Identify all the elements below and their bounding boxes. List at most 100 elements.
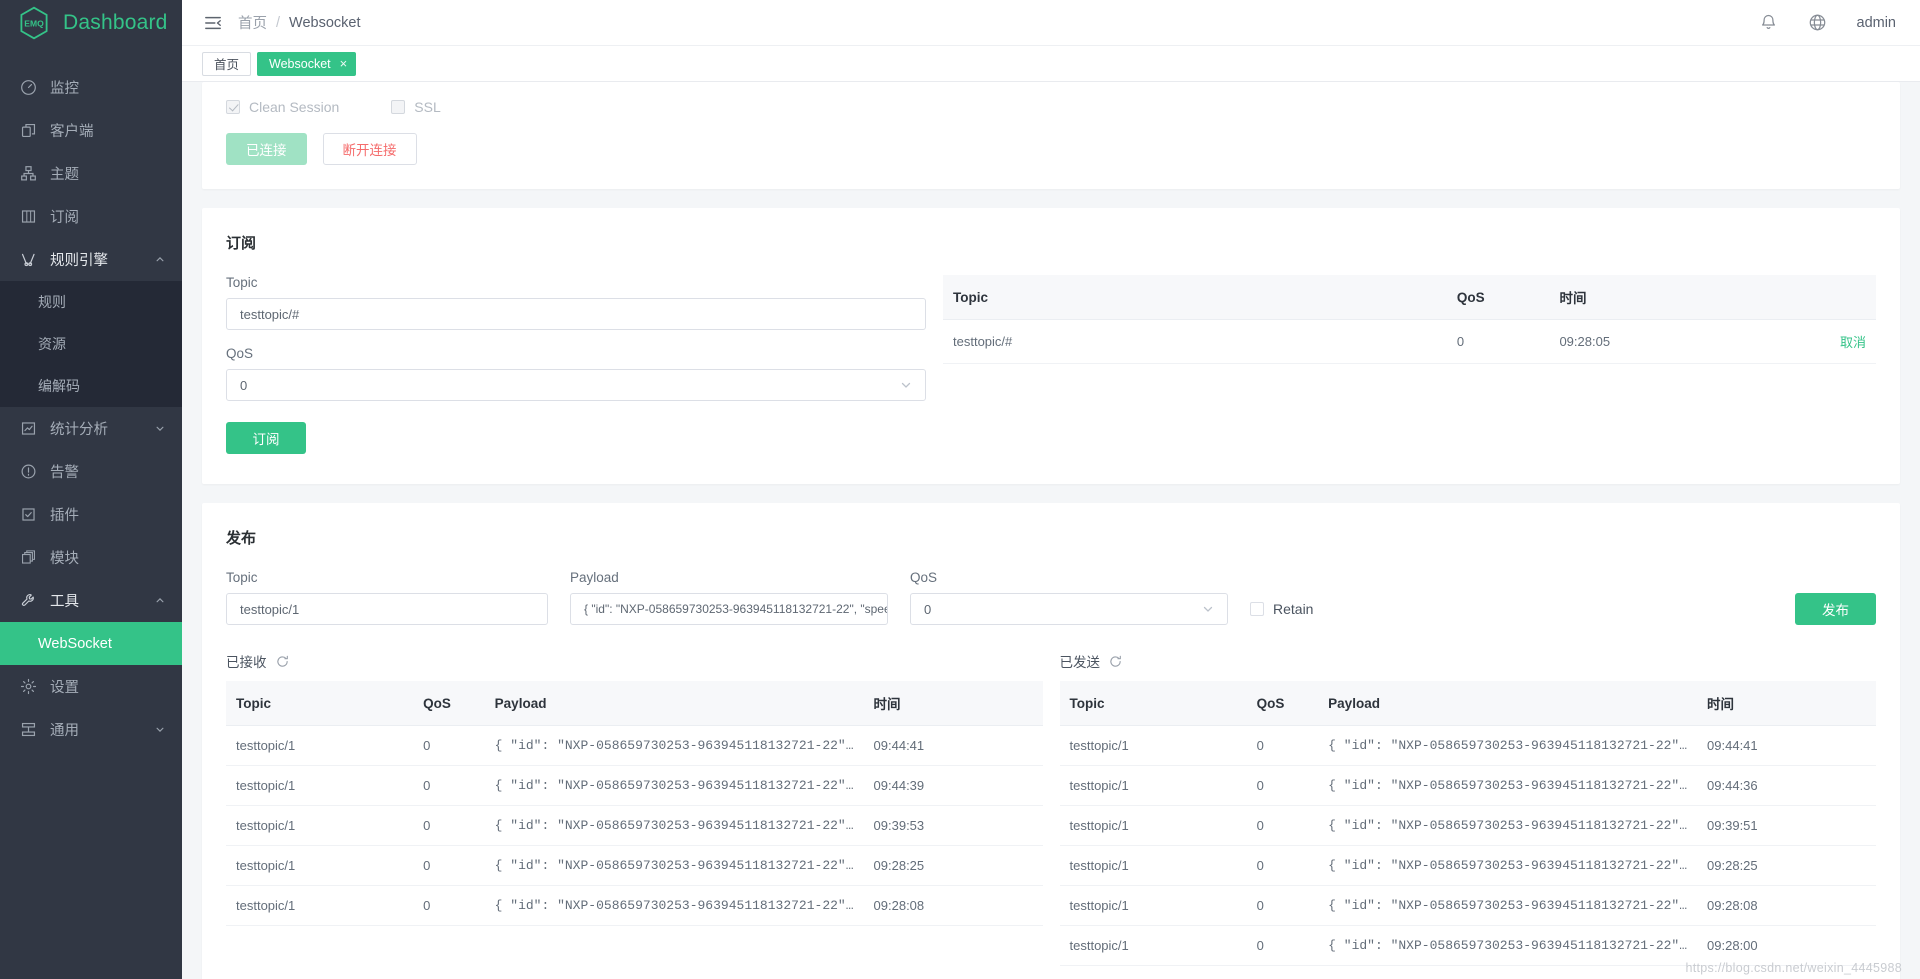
publish-payload-label: Payload [570,570,619,585]
sidebar-item-label: 通用 [50,723,79,739]
col-topic: Topic [943,275,1447,320]
subscribe-qos-select[interactable]: 0 [226,369,926,401]
publish-qos-value: 0 [924,601,932,617]
clients-icon [19,122,37,140]
publish-topic-input[interactable]: testtopic/1 [226,593,548,625]
connected-button[interactable]: 已连接 [226,133,307,165]
plugins-icon [19,506,37,524]
col-qos: QoS [1446,275,1550,320]
publish-qos-select[interactable]: 0 [910,593,1228,625]
brand[interactable]: EMQ Dashboard [0,0,182,46]
sidebar-item-clients[interactable]: 客户端 [0,109,182,152]
cell-topic: testtopic/1 [226,765,414,806]
received-table: Topic QoS Payload 时间 testtopic/1 0 { "id… [226,681,1043,926]
analytics-icon [19,420,37,438]
cell-qos: 0 [413,845,485,886]
table-row: testtopic/1 0 { "id": "NXP-058659730253-… [226,845,1043,886]
checkbox-box-icon [391,100,406,114]
page-content: Clean Session SSL 已连接 断开连接 订阅 Topic test… [182,82,1920,979]
cell-qos: 0 [413,885,485,926]
table-header-row: Topic QoS 时间 [943,275,1876,320]
sidebar-item-tools[interactable]: 工具 [0,579,182,622]
cell-topic: testtopic/1 [1059,765,1247,806]
sidebar-item-label: 监控 [50,81,79,97]
topbar: 首页 / Websocket admin [182,0,1920,46]
main-area: 首页 / Websocket admin 首页 Websocket × Clea… [182,0,1920,979]
cell-time: 09:39:51 [1697,805,1876,846]
tab-websocket[interactable]: Websocket × [257,51,357,76]
retain-checkbox[interactable]: Retain [1250,593,1313,625]
sidebar-item-alarm[interactable]: 告警 [0,450,182,493]
sidebar-item-resources[interactable]: 资源 [0,323,182,365]
sidebar-submenu-rule-engine: 规则 资源 编解码 [0,281,182,407]
cell-payload: { "id": "NXP-058659730253-96394511813272… [1318,765,1698,806]
cell-topic: testtopic/1 [1059,885,1247,926]
sidebar-item-topics[interactable]: 主题 [0,152,182,195]
bell-icon[interactable] [1759,13,1778,32]
modules-icon [19,549,37,567]
chevron-down-icon [155,424,165,434]
cell-topic: testtopic/1 [226,885,414,926]
retain-label: Retain [1273,601,1314,617]
received-rows: testtopic/1 0 { "id": "NXP-058659730253-… [226,725,1043,926]
col-qos: QoS [1246,681,1319,726]
sidebar-item-websocket[interactable]: WebSocket [0,622,182,665]
table-row: testtopic/1 0 { "id": "NXP-058659730253-… [226,805,1043,846]
sidebar-item-codec[interactable]: 编解码 [0,365,182,407]
cell-time: 09:44:41 [1697,725,1876,766]
subscribe-form: Topic testtopic/# QoS 0 订阅 [226,275,926,454]
sidebar-item-label: WebSocket [38,635,112,652]
col-topic: Topic [1059,681,1247,726]
sidebar-item-monitor[interactable]: 监控 [0,66,182,109]
sidebar-item-subscriptions[interactable]: 订阅 [0,195,182,238]
cell-time: 09:28:08 [863,885,1043,926]
refresh-icon[interactable] [1109,655,1122,668]
sidebar-item-settings[interactable]: 设置 [0,665,182,708]
sidebar-item-general[interactable]: 通用 [0,708,182,751]
clean-session-checkbox[interactable]: Clean Session [226,99,339,115]
close-icon[interactable]: × [340,57,348,70]
alarm-icon [19,463,37,481]
sidebar-item-analytics[interactable]: 统计分析 [0,407,182,450]
table-row: testtopic/1 0 { "id": "NXP-058659730253-… [1059,725,1876,766]
refresh-icon[interactable] [276,655,289,668]
sidebar-item-modules[interactable]: 模块 [0,536,182,579]
cell-payload: { "id": "NXP-058659730253-96394511813272… [1318,805,1698,846]
sidebar-item-plugins[interactable]: 插件 [0,493,182,536]
subscribe-topic-input[interactable]: testtopic/# [226,298,926,330]
publish-form: Topic testtopic/1 Payload { "id": "NXP-0… [226,570,1876,625]
cell-qos: 0 [413,805,485,846]
sidebar-item-label: 资源 [38,336,66,352]
publish-payload-input[interactable]: { "id": "NXP-058659730253-96394511813272… [570,593,888,625]
col-time: 时间 [863,681,1043,726]
connection-buttons: 已连接 断开连接 [226,133,1876,165]
cell-time: 09:28:25 [1697,845,1876,886]
subscribe-button[interactable]: 订阅 [226,422,306,454]
table-row: testtopic/1 0 { "id": "NXP-058659730253-… [1059,885,1876,926]
menu-collapse-icon[interactable] [204,14,222,32]
globe-icon[interactable] [1808,13,1827,32]
ssl-checkbox[interactable]: SSL [391,99,441,115]
sidebar-item-rules[interactable]: 规则 [0,281,182,323]
cell-topic: testtopic/1 [1059,725,1247,766]
sidebar-item-label: 客户端 [50,124,94,140]
cell-qos: 0 [1246,925,1319,966]
chevron-down-icon [155,725,165,735]
cell-payload: { "id": "NXP-058659730253-96394511813272… [484,805,864,846]
cell-qos: 0 [1246,765,1319,806]
sidebar-item-label: 订阅 [50,210,79,226]
table-row: testtopic/1 0 { "id": "NXP-058659730253-… [226,885,1043,926]
cell-topic: testtopic/# [943,319,1447,364]
publish-button[interactable]: 发布 [1795,593,1876,625]
sidebar-nav: 监控 客户端 主题 订阅 规则引擎 规则 资源 编解码 统计分析 告警 插件 模… [0,66,182,751]
disconnect-button[interactable]: 断开连接 [322,133,417,165]
sidebar-item-rule-engine[interactable]: 规则引擎 [0,238,182,281]
col-payload: Payload [484,681,864,726]
received-title: 已接收 [226,655,267,670]
user-menu[interactable]: admin [1857,15,1897,31]
breadcrumb-home[interactable]: 首页 [238,12,267,33]
tab-home[interactable]: 首页 [202,51,252,76]
subscriptions-table-wrap: Topic QoS 时间 testtopic/# 0 09:28:05 取消 [926,275,1876,454]
svg-text:EMQ: EMQ [24,19,44,29]
unsubscribe-link[interactable]: 取消 [1754,319,1876,364]
